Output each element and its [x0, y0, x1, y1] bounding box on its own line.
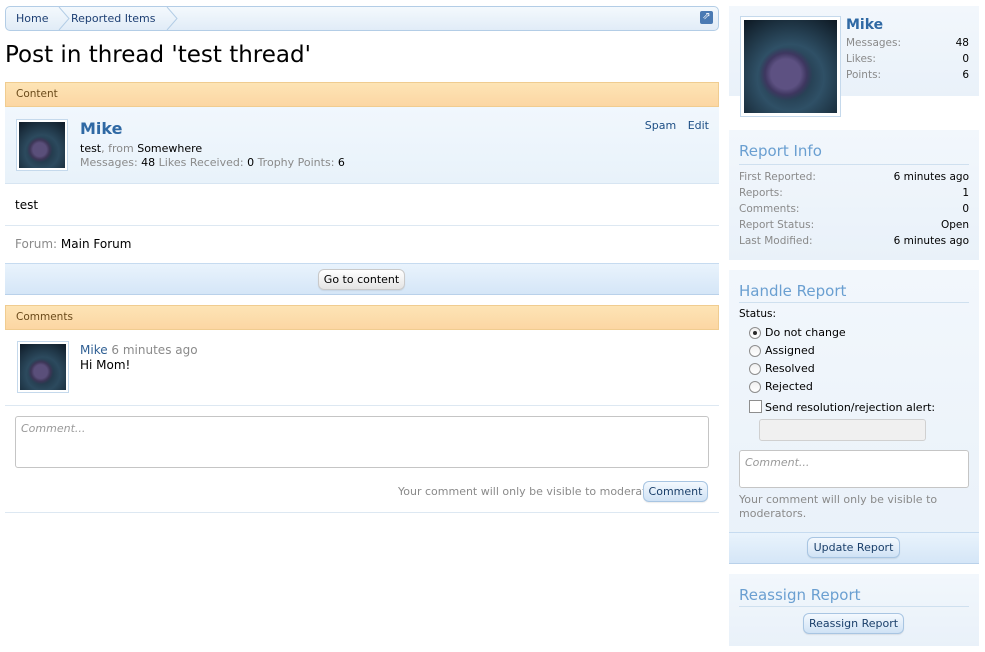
profile-points-label: Points: — [846, 69, 882, 81]
report-row-value: Open — [940, 219, 969, 231]
report-row: First Reported: 6 minutes ago — [739, 169, 969, 185]
send-alert-checkbox[interactable] — [749, 400, 762, 413]
comment-meta: Mike 6 minutes ago — [80, 343, 198, 357]
profile-name[interactable]: Mike — [846, 17, 883, 33]
report-row: Report Status: Open — [739, 217, 969, 233]
messages-value: 48 — [141, 156, 156, 169]
report-row-label: Comments: — [739, 203, 800, 215]
divider — [5, 225, 719, 226]
handle-comment-hint: Your comment will only be visible to mod… — [739, 493, 938, 520]
messages-label: Messages: — [80, 156, 138, 169]
profile-likes-value: 0 — [962, 53, 969, 65]
profile-stats: Messages: 48 Likes: 0 Points: 6 — [846, 37, 969, 85]
rule — [739, 164, 969, 165]
report-row: Reports: 1 — [739, 185, 969, 201]
poster-location: Somewhere — [137, 142, 203, 155]
goto-bar: Go to content — [5, 263, 719, 295]
report-row-value: 6 minutes ago — [893, 235, 969, 247]
comment-text: Hi Mom! — [80, 358, 131, 372]
comment-author[interactable]: Mike — [80, 343, 108, 357]
status-option-label: Resolved — [765, 362, 815, 375]
divider — [5, 512, 719, 513]
update-report-button[interactable]: Update Report — [807, 537, 900, 558]
poster-stats: Messages: 48 Likes Received: 0 Trophy Po… — [80, 156, 345, 169]
content-body: test — [15, 198, 39, 212]
status-option-label: Rejected — [765, 380, 813, 393]
breadcrumb-reported-items[interactable]: Reported Items — [71, 7, 155, 30]
rule — [739, 302, 969, 303]
forum-line: Forum: Main Forum — [15, 237, 131, 251]
report-row-value: 0 — [962, 203, 969, 215]
send-alert-label: Send resolution/rejection alert: — [765, 401, 936, 414]
status-option-label: Assigned — [765, 344, 815, 357]
breadcrumb-home[interactable]: Home — [16, 7, 48, 30]
divider — [5, 405, 719, 406]
comment-input[interactable]: Comment... — [15, 416, 709, 468]
spam-link[interactable]: Spam — [645, 119, 676, 132]
profile-messages-value: 48 — [955, 37, 969, 49]
radio[interactable] — [749, 345, 761, 357]
content-section-header: Content — [5, 82, 719, 107]
trophy-value: 6 — [337, 156, 345, 169]
report-info-title: Report Info — [739, 142, 822, 160]
report-row-label: Last Modified: — [739, 235, 813, 247]
reassign-report-button[interactable]: Reassign Report — [803, 613, 904, 634]
go-to-content-button[interactable]: Go to content — [318, 269, 405, 290]
status-label: Status: — [739, 308, 776, 320]
reassign-title: Reassign Report — [739, 586, 861, 604]
report-row: Comments: 0 — [739, 201, 969, 217]
forum-name[interactable]: Main Forum — [61, 237, 132, 251]
report-row-value: 1 — [962, 187, 969, 199]
breadcrumb-separator — [58, 7, 70, 30]
report-row-label: Report Status: — [739, 219, 815, 231]
poster-title-line: test, from Somewhere — [80, 142, 202, 155]
breadcrumb-separator — [166, 7, 178, 30]
reassign-block: Reassign Report — [729, 574, 979, 646]
alert-reason-input — [759, 419, 926, 441]
profile-likes-label: Likes: — [846, 53, 876, 65]
profile-messages-label: Messages: — [846, 37, 902, 49]
report-row-label: First Reported: — [739, 171, 816, 183]
comments-section-header: Comments — [5, 305, 719, 330]
status-option-label: Do not change — [765, 326, 846, 339]
report-row-label: Reports: — [739, 187, 783, 199]
comment-hint: Your comment will only be visible to mod… — [398, 485, 667, 498]
comment-time: 6 minutes ago — [111, 343, 198, 357]
comment-avatar[interactable] — [17, 341, 69, 393]
poster-title: test — [80, 142, 102, 155]
handle-report-title: Handle Report — [739, 282, 847, 300]
radio[interactable] — [749, 381, 761, 393]
jump-to-icon[interactable]: ⇗ — [700, 11, 713, 24]
trophy-label: Trophy Points: — [257, 156, 335, 169]
page-title: Post in thread 'test thread' — [5, 42, 311, 68]
profile-avatar[interactable] — [740, 16, 841, 117]
poster-from-label: , from — [101, 142, 134, 155]
edit-link[interactable]: Edit — [688, 119, 709, 132]
radio[interactable] — [749, 363, 761, 375]
radio-checked[interactable] — [749, 327, 761, 339]
breadcrumb: Home Reported Items ⇗ — [5, 6, 719, 31]
rule — [739, 606, 969, 607]
poster-info: Mike test, from Somewhere Messages: 48 L… — [5, 107, 719, 184]
likes-label: Likes Received: — [158, 156, 244, 169]
avatar[interactable] — [16, 119, 68, 171]
report-row-value: 6 minutes ago — [893, 171, 969, 183]
forum-label: Forum: — [15, 237, 58, 251]
handle-comment-input[interactable]: Comment... — [739, 450, 969, 488]
poster-actions: Spam Edit — [637, 119, 709, 132]
report-info-block: Report Info First Reported: 6 minutes ago… — [729, 130, 979, 260]
poster-name[interactable]: Mike — [80, 119, 122, 138]
profile-points-value: 6 — [962, 69, 969, 81]
likes-value: 0 — [247, 156, 255, 169]
comment-button[interactable]: Comment — [643, 481, 708, 502]
report-row: Last Modified: 6 minutes ago — [739, 233, 969, 249]
